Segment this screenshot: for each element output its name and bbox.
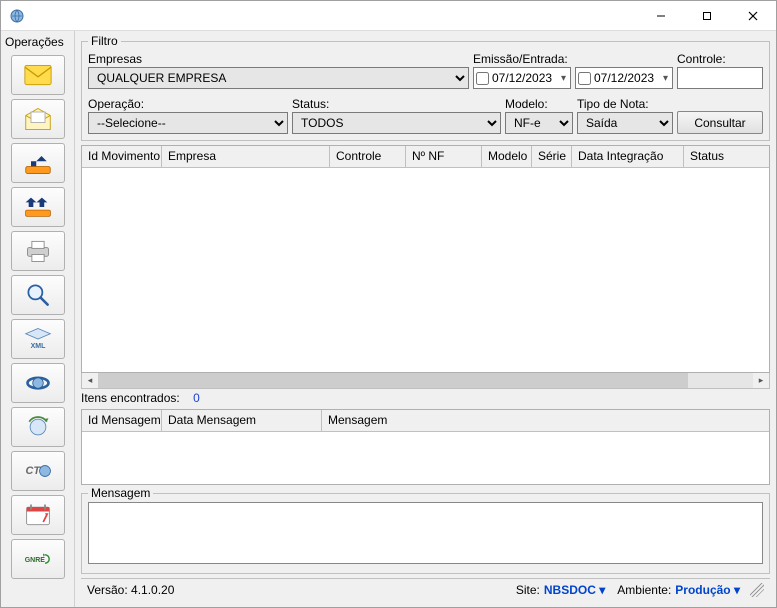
sidebar-btn-upload-single[interactable] xyxy=(11,143,65,183)
consultar-button[interactable]: Consultar xyxy=(677,111,763,134)
status-version: Versão: 4.1.0.20 xyxy=(87,583,174,597)
count-label: Itens encontrados: xyxy=(81,391,180,405)
label-emissao: Emissão/Entrada: xyxy=(473,52,673,66)
filter-group: Filtro Empresas QUALQUER EMPRESA Emissão… xyxy=(81,41,770,141)
scroll-right-icon[interactable]: ▸ xyxy=(753,375,769,386)
grid2-header: Id Mensagem Data Mensagem Mensagem xyxy=(82,410,769,432)
sidebar-btn-calendar[interactable] xyxy=(11,495,65,535)
label-tiponota: Tipo de Nota: xyxy=(577,97,673,111)
sidebar-btn-cte[interactable]: CT xyxy=(11,451,65,491)
status-bar: Versão: 4.1.0.20 Site: NBSDOC ▾ Ambiente… xyxy=(81,578,770,600)
status-site-link[interactable]: NBSDOC ▾ xyxy=(544,583,605,597)
col-msg[interactable]: Mensagem xyxy=(322,410,769,431)
grid-header: Id Movimento Empresa Controle Nº NF Mode… xyxy=(82,146,769,168)
sidebar-btn-gnre[interactable]: GNRE xyxy=(11,539,65,579)
sidebar-btn-search[interactable] xyxy=(11,275,65,315)
close-button[interactable] xyxy=(730,1,776,30)
sidebar-btn-print[interactable] xyxy=(11,231,65,271)
col-empresa[interactable]: Empresa xyxy=(162,146,330,167)
resize-grip-icon[interactable] xyxy=(750,583,764,597)
col-datamsg[interactable]: Data Mensagem xyxy=(162,410,322,431)
mensagem-group: Mensagem xyxy=(81,493,770,574)
select-empresas[interactable]: QUALQUER EMPRESA xyxy=(88,67,469,89)
col-controle[interactable]: Controle xyxy=(330,146,406,167)
date-emissao-start[interactable]: 07/12/2023 ▾ xyxy=(473,67,571,89)
col-serie[interactable]: Série xyxy=(532,146,572,167)
grid-movimentos[interactable]: Id Movimento Empresa Controle Nº NF Mode… xyxy=(81,145,770,373)
svg-text:CT: CT xyxy=(25,465,41,477)
col-idmsg[interactable]: Id Mensagem xyxy=(82,410,162,431)
date-end-checkbox[interactable] xyxy=(578,72,591,85)
titlebar xyxy=(1,1,776,31)
label-modelo: Modelo: xyxy=(505,97,573,111)
sidebar-btn-globe-refresh[interactable] xyxy=(11,407,65,447)
svg-text:GNRE: GNRE xyxy=(24,557,45,564)
sidebar-btn-globe-ring[interactable] xyxy=(11,363,65,403)
label-status: Status: xyxy=(292,97,501,111)
grid-mensagens[interactable]: Id Mensagem Data Mensagem Mensagem xyxy=(81,409,770,485)
date-end-text: 07/12/2023 xyxy=(594,71,658,85)
col-modelo[interactable]: Modelo xyxy=(482,146,532,167)
input-controle[interactable] xyxy=(677,67,763,89)
grid-body[interactable] xyxy=(82,168,769,372)
minimize-button[interactable] xyxy=(638,1,684,30)
app-icon xyxy=(9,8,25,24)
sidebar-btn-xml[interactable]: XML xyxy=(11,319,65,359)
chevron-down-icon[interactable]: ▾ xyxy=(661,73,670,84)
date-emissao-end[interactable]: 07/12/2023 ▾ xyxy=(575,67,673,89)
mensagem-textarea[interactable] xyxy=(88,502,763,564)
filter-group-title: Filtro xyxy=(88,34,121,48)
status-amb-label: Ambiente: xyxy=(617,583,671,597)
status-amb-link[interactable]: Produção ▾ xyxy=(675,583,740,597)
col-dataint[interactable]: Data Integração xyxy=(572,146,684,167)
sidebar-operations: Operações XML CT xyxy=(1,31,75,607)
sidebar-title: Operações xyxy=(1,33,68,53)
sidebar-btn-upload-multi[interactable] xyxy=(11,187,65,227)
count-value: 0 xyxy=(193,391,200,405)
select-status[interactable]: TODOS xyxy=(292,112,501,134)
mensagem-group-title: Mensagem xyxy=(88,486,153,500)
scroll-left-icon[interactable]: ◂ xyxy=(82,375,98,386)
svg-text:XML: XML xyxy=(30,343,46,350)
label-empresas: Empresas xyxy=(88,52,469,66)
count-line: Itens encontrados: 0 xyxy=(81,389,770,409)
scroll-track[interactable] xyxy=(98,373,753,388)
label-operacao: Operação: xyxy=(88,97,288,111)
grid-hscroll[interactable]: ◂ ▸ xyxy=(81,373,770,389)
label-controle: Controle: xyxy=(677,52,763,66)
scroll-thumb[interactable] xyxy=(98,373,688,388)
select-operacao[interactable]: --Selecione-- xyxy=(88,112,288,134)
grid2-body[interactable] xyxy=(82,432,769,484)
col-status[interactable]: Status xyxy=(684,146,769,167)
date-start-text: 07/12/2023 xyxy=(492,71,556,85)
chevron-down-icon[interactable]: ▾ xyxy=(559,73,568,84)
sidebar-btn-mail[interactable] xyxy=(11,55,65,95)
select-tiponota[interactable]: Saída xyxy=(577,112,673,134)
date-start-checkbox[interactable] xyxy=(476,72,489,85)
col-nfnum[interactable]: Nº NF xyxy=(406,146,482,167)
select-modelo[interactable]: NF-e xyxy=(505,112,573,134)
col-idmov[interactable]: Id Movimento xyxy=(82,146,162,167)
maximize-button[interactable] xyxy=(684,1,730,30)
sidebar-btn-open-mail[interactable] xyxy=(11,99,65,139)
status-site-label: Site: xyxy=(516,583,540,597)
